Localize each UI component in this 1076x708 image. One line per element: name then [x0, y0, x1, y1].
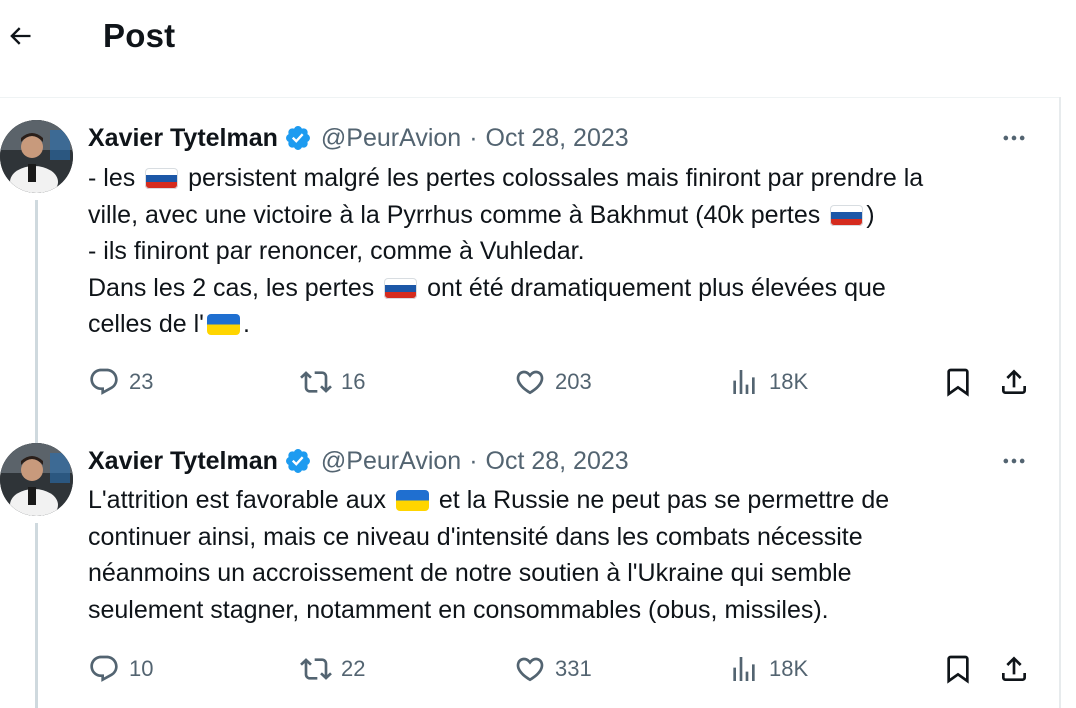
russia-flag-icon	[830, 204, 864, 226]
author-handle[interactable]: @PeurAvion	[321, 124, 461, 153]
tweet-text: L'attrition est favorable aux et la Russ…	[88, 486, 890, 624]
bookmark-button[interactable]	[942, 364, 974, 400]
bookmark-button[interactable]	[942, 651, 974, 687]
page-title: Post	[103, 17, 176, 54]
back-arrow-icon[interactable]	[2, 18, 38, 54]
tweet-date[interactable]: Oct 28, 2023	[486, 124, 629, 153]
tweet[interactable]: Xavier Tytelman @PeurAvion · Oct 28, 202…	[0, 120, 1056, 450]
verified-badge-icon	[284, 124, 312, 152]
repost-button[interactable]: 22	[300, 651, 365, 687]
views-icon	[733, 657, 755, 681]
reply-count: 10	[129, 656, 154, 681]
tweet-header: Xavier Tytelman @PeurAvion · Oct 28, 202…	[88, 443, 629, 479]
repost-icon	[300, 371, 332, 393]
thread-line	[35, 200, 38, 450]
author-handle[interactable]: @PeurAvion	[321, 447, 461, 476]
views-button[interactable]: 18K	[728, 651, 808, 687]
views-count: 18K	[769, 369, 809, 394]
repost-count: 22	[341, 656, 366, 681]
russia-flag-icon	[384, 277, 418, 299]
verified-badge-icon	[284, 447, 312, 475]
separator-dot: ·	[469, 446, 478, 475]
avatar[interactable]	[0, 443, 73, 516]
ukraine-flag-icon	[206, 314, 240, 335]
separator-dot: ·	[469, 123, 478, 152]
tweet[interactable]: Xavier Tytelman @PeurAvion · Oct 28, 202…	[0, 443, 1056, 708]
reply-icon	[90, 368, 118, 395]
share-icon	[1002, 369, 1026, 394]
tweet-text: - les persistent malgré les pertes colos…	[88, 164, 924, 338]
russia-flag-icon	[145, 168, 179, 189]
thread-line	[35, 523, 38, 708]
repost-icon	[300, 658, 332, 680]
views-count: 18K	[769, 656, 809, 681]
views-button[interactable]: 18K	[728, 364, 808, 400]
like-button[interactable]: 203	[514, 364, 592, 400]
share-button[interactable]	[998, 651, 1030, 687]
views-icon	[733, 370, 755, 394]
like-button[interactable]: 331	[514, 651, 592, 687]
bookmark-icon	[947, 368, 969, 397]
reply-button[interactable]: 23	[88, 364, 153, 400]
like-count: 203	[555, 369, 592, 394]
more-icon[interactable]	[996, 447, 1032, 475]
repost-count: 16	[341, 369, 366, 394]
reply-count: 23	[129, 369, 154, 394]
tweet-header: Xavier Tytelman @PeurAvion · Oct 28, 202…	[88, 120, 629, 156]
share-icon	[1002, 656, 1026, 681]
action-bar: 10 22 331 18K	[88, 651, 1038, 687]
repost-button[interactable]: 16	[300, 364, 365, 400]
avatar[interactable]	[0, 120, 73, 193]
like-count: 331	[555, 656, 592, 681]
author-name[interactable]: Xavier Tytelman	[88, 124, 278, 153]
top-bar: Post	[0, 0, 1060, 98]
author-name[interactable]: Xavier Tytelman	[88, 447, 278, 476]
ukraine-flag-icon	[395, 490, 429, 511]
share-button[interactable]	[998, 364, 1030, 400]
reply-icon	[90, 655, 118, 682]
like-icon	[516, 657, 544, 682]
column-border	[1059, 97, 1061, 708]
reply-button[interactable]: 10	[88, 651, 153, 687]
more-icon[interactable]	[996, 124, 1032, 152]
like-icon	[516, 370, 544, 395]
bookmark-icon	[947, 655, 969, 684]
tweet-date[interactable]: Oct 28, 2023	[486, 447, 629, 476]
action-bar: 23 16 203 18K	[88, 364, 1038, 400]
